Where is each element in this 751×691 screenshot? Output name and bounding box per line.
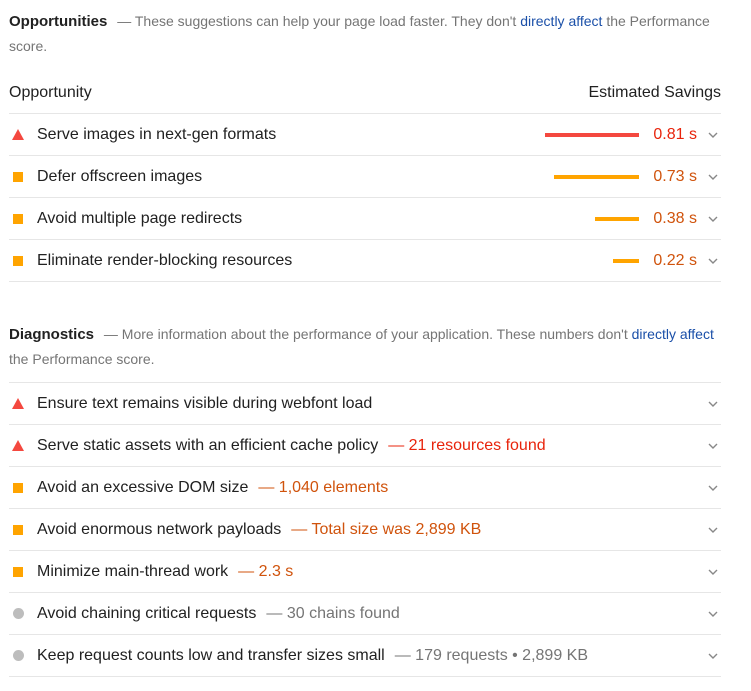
estimated-savings: 0.22 s: [613, 252, 703, 270]
diagnostic-row[interactable]: Keep request counts low and transfer siz…: [9, 635, 721, 677]
opportunity-row[interactable]: Defer offscreen images 0.73 s: [9, 156, 721, 198]
status-icon-average: [9, 171, 37, 182]
diagnostic-detail: — Total size was 2,899 KB: [291, 520, 482, 538]
chevron-down-icon[interactable]: [703, 216, 723, 222]
diagnostic-title: Ensure text remains visible during webfo…: [37, 394, 373, 412]
diagnostics-header: Diagnostics — More information about the…: [9, 322, 721, 372]
savings-value: 0.38 s: [653, 209, 697, 227]
chevron-down-icon[interactable]: [703, 174, 723, 180]
savings-value: 0.73 s: [653, 167, 697, 185]
status-icon-average: [9, 213, 37, 224]
average-square-icon: [13, 524, 23, 535]
diagnostic-title: Serve static assets with an efficient ca…: [37, 436, 379, 454]
diagnostic-item: Ensure text remains visible during webfo…: [37, 395, 703, 413]
fail-triangle-icon: [12, 440, 24, 451]
chevron-down-icon[interactable]: [703, 653, 723, 659]
chevron-down-icon[interactable]: [703, 401, 723, 407]
diagnostic-title: Minimize main-thread work: [37, 562, 229, 580]
diagnostic-title: Avoid enormous network payloads: [37, 520, 282, 538]
chevron-down-icon[interactable]: [703, 569, 723, 575]
opportunity-title: Eliminate render-blocking resources: [37, 251, 293, 269]
diagnostic-item: Serve static assets with an efficient ca…: [37, 437, 703, 455]
diagnostic-item: Minimize main-thread work — 2.3 s: [37, 563, 703, 581]
chevron-down-icon[interactable]: [703, 527, 723, 533]
opportunity-title: Avoid multiple page redirects: [37, 209, 243, 227]
diagnostic-detail: — 21 resources found: [388, 436, 546, 454]
opportunity-title: Defer offscreen images: [37, 167, 203, 185]
opportunity-row[interactable]: Eliminate render-blocking resources 0.22 …: [9, 240, 721, 282]
estimated-savings: 0.73 s: [554, 168, 703, 186]
savings-value: 0.22 s: [653, 251, 697, 269]
savings-bar: [595, 216, 639, 221]
savings-bar: [545, 132, 639, 137]
status-icon-average: [9, 566, 37, 577]
savings-value: 0.81 s: [653, 125, 697, 143]
diagnostic-detail: — 1,040 elements: [258, 478, 389, 496]
status-icon-fail: [9, 398, 37, 409]
diagnostics-desc-suffix: the Performance score.: [9, 351, 155, 367]
status-icon-average: [9, 482, 37, 493]
savings-bar: [613, 258, 639, 263]
status-icon-average: [9, 255, 37, 266]
savings-bar: [554, 174, 639, 179]
status-icon-info: [9, 608, 37, 619]
chevron-down-icon[interactable]: [703, 443, 723, 449]
diagnostic-item: Avoid an excessive DOM size — 1,040 eleme…: [37, 479, 703, 497]
diagnostics-desc-text: — More information about the performance…: [103, 326, 632, 342]
diagnostic-title: Avoid an excessive DOM size: [37, 478, 249, 496]
chevron-down-icon[interactable]: [703, 485, 723, 491]
opportunities-header: Opportunities — These suggestions can he…: [9, 0, 721, 59]
opportunity-row[interactable]: Avoid multiple page redirects 0.38 s: [9, 198, 721, 240]
directly-affect-link[interactable]: directly affect: [632, 326, 714, 342]
status-icon-average: [9, 524, 37, 535]
fail-triangle-icon: [12, 129, 24, 140]
diagnostic-row[interactable]: Minimize main-thread work — 2.3 s: [9, 551, 721, 593]
column-opportunity: Opportunity: [9, 83, 92, 101]
opportunities-list: Serve images in next-gen formats 0.81 s De…: [9, 114, 721, 282]
opportunities-title: Opportunities: [9, 13, 108, 30]
diagnostic-row[interactable]: Avoid chaining critical requests — 30 cha…: [9, 593, 721, 635]
average-square-icon: [13, 566, 23, 577]
info-circle-icon: [13, 650, 24, 661]
chevron-down-icon[interactable]: [703, 258, 723, 264]
chevron-down-icon[interactable]: [703, 611, 723, 617]
diagnostic-title: Avoid chaining critical requests: [37, 604, 257, 622]
fail-triangle-icon: [12, 398, 24, 409]
estimated-savings: 0.81 s: [545, 126, 703, 144]
column-estimated-savings: Estimated Savings: [588, 83, 721, 101]
opportunities-desc-text: — These suggestions can help your page l…: [117, 13, 521, 29]
status-icon-info: [9, 650, 37, 661]
diagnostic-item: Avoid chaining critical requests — 30 cha…: [37, 605, 703, 623]
estimated-savings: 0.38 s: [595, 210, 703, 228]
diagnostic-row[interactable]: Avoid an excessive DOM size — 1,040 eleme…: [9, 467, 721, 509]
opportunities-column-header: Opportunity Estimated Savings: [9, 72, 721, 114]
diagnostic-detail: — 2.3 s: [238, 562, 294, 580]
diagnostic-detail: — 30 chains found: [266, 604, 400, 622]
diagnostic-detail: — 179 requests • 2,899 KB: [394, 646, 589, 664]
average-square-icon: [13, 482, 23, 493]
diagnostic-row[interactable]: Ensure text remains visible during webfo…: [9, 383, 721, 425]
diagnostic-row[interactable]: Avoid enormous network payloads — Total s…: [9, 509, 721, 551]
average-square-icon: [13, 255, 23, 266]
diagnostics-title: Diagnostics: [9, 326, 95, 343]
performance-audits: Opportunities — These suggestions can he…: [0, 0, 721, 677]
opportunity-title: Serve images in next-gen formats: [37, 125, 277, 143]
average-square-icon: [13, 171, 23, 182]
opportunity-row[interactable]: Serve images in next-gen formats 0.81 s: [9, 114, 721, 156]
diagnostics-description: — More information about the performance…: [9, 326, 714, 367]
info-circle-icon: [13, 608, 24, 619]
average-square-icon: [13, 213, 23, 224]
directly-affect-link[interactable]: directly affect: [520, 13, 602, 29]
diagnostic-row[interactable]: Serve static assets with an efficient ca…: [9, 425, 721, 467]
opportunities-description: — These suggestions can help your page l…: [9, 13, 710, 54]
chevron-down-icon[interactable]: [703, 132, 723, 138]
diagnostic-title: Keep request counts low and transfer siz…: [37, 646, 385, 664]
diagnostic-item: Keep request counts low and transfer siz…: [37, 647, 703, 665]
status-icon-fail: [9, 129, 37, 140]
status-icon-fail: [9, 440, 37, 451]
diagnostic-item: Avoid enormous network payloads — Total s…: [37, 521, 703, 539]
diagnostics-list: Ensure text remains visible during webfo…: [9, 382, 721, 677]
